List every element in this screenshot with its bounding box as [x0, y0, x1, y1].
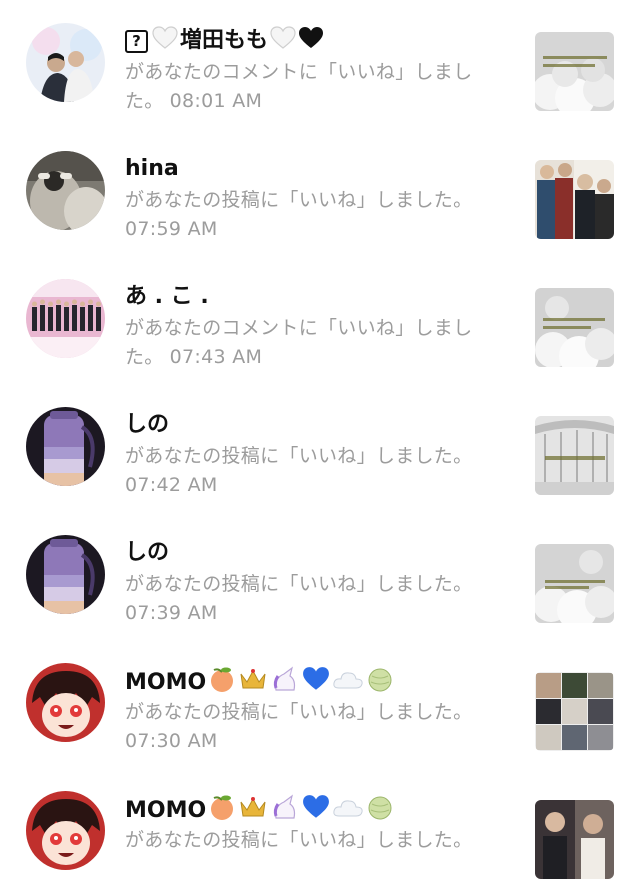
peach-icon	[211, 795, 234, 820]
notification-item[interactable]: ? 増田もも があなたのコメントに「いいね」しました。 08:01 AM	[0, 0, 640, 128]
notification-message: があなたのコメントに「いいね」しました。 07:43 AM	[125, 314, 505, 372]
notification-message: があなたの投稿に「いいね」しました。	[125, 826, 505, 855]
avatar[interactable]	[26, 791, 105, 870]
avatar[interactable]	[26, 279, 105, 358]
post-thumbnail[interactable]	[535, 544, 614, 623]
notification-item[interactable]: あ . こ . があなたのコメントに「いいね」しました。 07:43 AM	[0, 256, 640, 384]
message-text: があなたの投稿に「いいね」しました。	[125, 445, 473, 467]
notification-item[interactable]: hina があなたの投稿に「いいね」しました。 07:59 AM	[0, 128, 640, 256]
user-name[interactable]: hina	[125, 154, 505, 186]
avatar[interactable]	[26, 23, 105, 102]
timestamp: 08:01 AM	[169, 90, 263, 112]
notification-item[interactable]: しの があなたの投稿に「いいね」しました。 07:42 AM	[0, 384, 640, 512]
crown-icon	[240, 797, 266, 817]
timestamp: 07:42 AM	[125, 474, 218, 496]
timestamp: 07:30 AM	[125, 730, 218, 752]
user-name[interactable]: しの	[125, 410, 505, 442]
post-thumbnail[interactable]	[535, 32, 614, 111]
notification-message: があなたの投稿に「いいね」しました。 07:59 AM	[125, 186, 505, 244]
message-text: があなたの投稿に「いいね」しました。	[125, 189, 473, 211]
user-name[interactable]: あ . こ .	[125, 282, 505, 314]
post-thumbnail[interactable]	[535, 672, 614, 751]
peach-icon	[211, 667, 234, 692]
notification-message: があなたの投稿に「いいね」しました。 07:42 AM	[125, 442, 505, 500]
notification-message: があなたの投稿に「いいね」しました。 07:39 AM	[125, 570, 505, 628]
post-thumbnail[interactable]	[535, 160, 614, 239]
blue-heart-icon	[303, 795, 330, 818]
avatar[interactable]	[26, 663, 105, 742]
crown-icon	[240, 669, 266, 689]
unicorn-icon	[274, 666, 296, 691]
avatar[interactable]	[26, 151, 105, 230]
notification-item[interactable]: MOMO があなたの投稿に「いいね」しました。	[0, 768, 640, 896]
user-name[interactable]: MOMO	[125, 794, 505, 826]
melon-icon	[368, 668, 392, 692]
post-thumbnail[interactable]	[535, 288, 614, 367]
melon-icon	[368, 796, 392, 820]
blue-heart-icon	[303, 667, 330, 690]
user-name[interactable]: しの	[125, 538, 505, 570]
unknown-glyph-icon: ?	[125, 30, 148, 53]
timestamp: 07:39 AM	[125, 602, 218, 624]
notification-message: があなたの投稿に「いいね」しました。 07:30 AM	[125, 698, 505, 756]
message-text: があなたの投稿に「いいね」しました。	[125, 573, 473, 595]
cloud-icon	[333, 800, 363, 817]
post-thumbnail[interactable]	[535, 800, 614, 879]
user-name[interactable]: ? 増田もも	[125, 26, 505, 58]
message-text: があなたの投稿に「いいね」しました。	[125, 701, 473, 723]
cloud-icon	[333, 672, 363, 689]
timestamp: 07:43 AM	[169, 346, 263, 368]
message-text: があなたの投稿に「いいね」しました。	[125, 829, 473, 851]
post-thumbnail[interactable]	[535, 416, 614, 495]
unicorn-icon	[274, 794, 296, 819]
timestamp: 07:59 AM	[125, 218, 218, 240]
notification-message: があなたのコメントに「いいね」しました。 08:01 AM	[125, 58, 505, 116]
avatar[interactable]	[26, 407, 105, 486]
white-heart-icon	[152, 26, 178, 49]
notification-item[interactable]: MOMO があなたの投稿に「いいね」しました。 07:30 AM	[0, 640, 640, 768]
user-name[interactable]: MOMO	[125, 666, 505, 698]
notification-item[interactable]: しの があなたの投稿に「いいね」しました。 07:39 AM	[0, 512, 640, 640]
white-heart-icon	[270, 26, 296, 49]
black-heart-icon	[299, 27, 324, 48]
avatar[interactable]	[26, 535, 105, 614]
